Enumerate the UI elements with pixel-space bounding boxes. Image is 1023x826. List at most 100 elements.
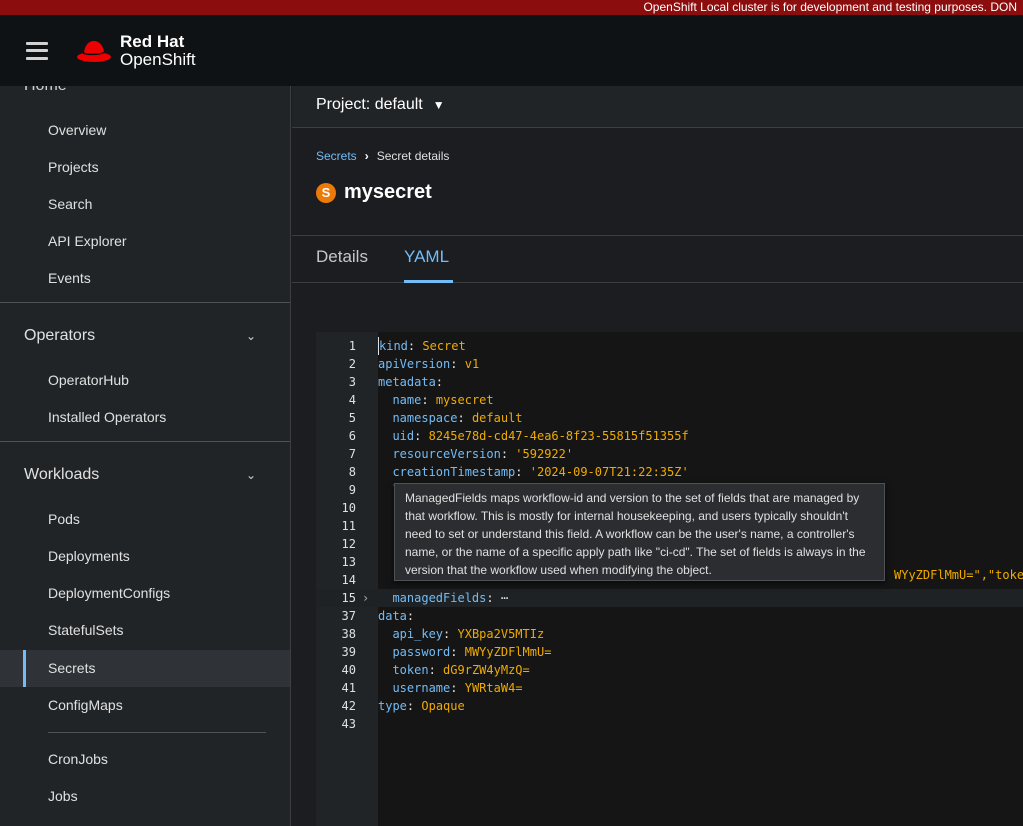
project-selector-label: Project: default bbox=[316, 96, 423, 113]
yaml-value: YWRtaW4= bbox=[464, 681, 523, 695]
yaml-key: data bbox=[378, 609, 407, 623]
sidebar-section-workloads[interactable]: Workloads ⌄ bbox=[0, 441, 290, 507]
yaml-value: Opaque bbox=[421, 699, 465, 713]
yaml-key: managedFields bbox=[392, 591, 487, 605]
project-bar: Project: default ▼ bbox=[292, 86, 1023, 128]
yaml-key: namespace bbox=[392, 411, 458, 425]
line-number: 14 bbox=[341, 573, 356, 587]
editor-line[interactable]: 8 creationTimestamp: '2024-09-07T21:22:3… bbox=[316, 463, 1023, 481]
fold-chevron-icon[interactable]: › bbox=[362, 589, 369, 607]
line-number: 9 bbox=[348, 483, 356, 497]
editor-line[interactable]: 4 name: mysecret bbox=[316, 391, 1023, 409]
yaml-value: dG9rZW4yMzQ= bbox=[443, 663, 530, 677]
line-code: api_key: YXBpa2V5MTIz bbox=[392, 627, 545, 641]
line-code: name: mysecret bbox=[392, 393, 494, 407]
yaml-value: v1 bbox=[464, 357, 480, 371]
redhat-openshift-logo[interactable]: Red Hat OpenShift bbox=[76, 32, 196, 69]
line-number: 15 bbox=[341, 591, 356, 605]
line-number: 6 bbox=[348, 429, 356, 443]
line-number: 37 bbox=[341, 609, 356, 623]
sidebar-item-api-explorer[interactable]: API Explorer bbox=[0, 223, 290, 260]
sidebar-item-configmaps[interactable]: ConfigMaps bbox=[0, 687, 290, 724]
editor-line[interactable]: 39 password: MWYyZDFlMmU= bbox=[316, 643, 1023, 661]
yaml-key: token bbox=[392, 663, 429, 677]
line-code: metadata: bbox=[378, 375, 444, 389]
editor-line[interactable]: 42 type: Opaque bbox=[316, 697, 1023, 715]
sidebar-divider bbox=[48, 732, 266, 733]
tab-details[interactable]: Details bbox=[316, 247, 368, 267]
line-number: 39 bbox=[341, 645, 356, 659]
tab-yaml[interactable]: YAML bbox=[404, 247, 449, 267]
line-number: 2 bbox=[348, 357, 356, 371]
sidebar-item-deploymentconfigs[interactable]: DeploymentConfigs bbox=[0, 575, 290, 612]
yaml-overflow-text: WYyZDFlMmU=","toke bbox=[894, 568, 1023, 582]
editor-line[interactable]: 5 namespace: default bbox=[316, 409, 1023, 427]
editor-line[interactable]: 2 apiVersion: v1 bbox=[316, 355, 1023, 373]
breadcrumb-link-secrets[interactable]: Secrets bbox=[316, 149, 357, 163]
line-number: 40 bbox=[341, 663, 356, 677]
editor-line[interactable]: 1 kind: Secret bbox=[316, 337, 1023, 355]
sidebar-item-overview[interactable]: Overview bbox=[0, 112, 290, 149]
sidebar-item-operatorhub[interactable]: OperatorHub bbox=[0, 362, 290, 399]
chevron-down-icon: ⌄ bbox=[245, 468, 256, 482]
editor-line[interactable]: 43 bbox=[316, 715, 1023, 733]
yaml-key: password bbox=[392, 645, 451, 659]
sidebar-item-search[interactable]: Search bbox=[0, 186, 290, 223]
sidebar-item-jobs[interactable]: Jobs bbox=[0, 778, 290, 815]
yaml-value: '592922' bbox=[515, 447, 574, 461]
sidebar-item-secrets[interactable]: Secrets bbox=[0, 650, 290, 687]
brand-line2: OpenShift bbox=[120, 49, 196, 69]
yaml-value: YXBpa2V5MTIz bbox=[457, 627, 545, 641]
sidebar-item-events[interactable]: Events bbox=[0, 260, 290, 297]
tab-bar: Details YAML bbox=[292, 235, 1023, 283]
line-number: 4 bbox=[348, 393, 356, 407]
line-number: 13 bbox=[341, 555, 356, 569]
sidebar-item-statefulsets[interactable]: StatefulSets bbox=[0, 612, 290, 649]
hamburger-menu-icon[interactable] bbox=[26, 41, 48, 60]
yaml-key: creationTimestamp bbox=[392, 465, 516, 479]
page-title-row: S mysecret bbox=[316, 181, 432, 204]
project-selector[interactable]: Project: default ▼ bbox=[316, 96, 445, 114]
yaml-key: type bbox=[378, 699, 407, 713]
cluster-banner: OpenShift Local cluster is for developme… bbox=[0, 0, 1023, 15]
editor-line[interactable]: 6 uid: 8245e78d-cd47-4ea6-8f23-55815f513… bbox=[316, 427, 1023, 445]
masthead: Red Hat OpenShift bbox=[0, 15, 1023, 86]
chevron-down-icon: ⌄ bbox=[245, 329, 256, 343]
sidebar-section-operators[interactable]: Operators ⌄ bbox=[0, 302, 290, 368]
yaml-editor[interactable]: 1 kind: Secret 2 apiVersion: v1 3 metadata: 4 … bbox=[316, 332, 1023, 826]
line-code: namespace: default bbox=[392, 411, 523, 425]
editor-line[interactable]: 41 username: YWRtaW4= bbox=[316, 679, 1023, 697]
line-number: 10 bbox=[341, 501, 356, 515]
line-number: 7 bbox=[348, 447, 356, 461]
editor-line[interactable]: 7 resourceVersion: '592922' bbox=[316, 445, 1023, 463]
editor-line[interactable]: 3 metadata: bbox=[316, 373, 1023, 391]
line-code: kind: Secret bbox=[378, 337, 466, 355]
yaml-key: resourceVersion bbox=[392, 447, 501, 461]
yaml-key: api_key bbox=[392, 627, 444, 641]
yaml-value: 8245e78d-cd47-4ea6-8f23-55815f51355f bbox=[428, 429, 689, 443]
yaml-value: MWYyZDFlMmU= bbox=[464, 645, 552, 659]
line-code: managedFields: ⋯ bbox=[392, 591, 509, 605]
sidebar-item-projects[interactable]: Projects bbox=[0, 149, 290, 186]
editor-line[interactable]: 37 data: bbox=[316, 607, 1023, 625]
sidebar-section-label: Workloads bbox=[24, 466, 100, 483]
sidebar-item-deployments[interactable]: Deployments bbox=[0, 538, 290, 575]
editor-line[interactable]: 38 api_key: YXBpa2V5MTIz bbox=[316, 625, 1023, 643]
yaml-key: kind bbox=[379, 339, 408, 353]
sidebar-item-pods[interactable]: Pods bbox=[0, 501, 290, 538]
line-number: 11 bbox=[341, 519, 356, 533]
line-number: 12 bbox=[341, 537, 356, 551]
sidebar-item-installed-operators[interactable]: Installed Operators bbox=[0, 399, 290, 436]
line-number: 5 bbox=[348, 411, 356, 425]
page-title: mysecret bbox=[344, 181, 432, 203]
sidebar-item-cronjobs[interactable]: CronJobs bbox=[0, 741, 290, 778]
sidebar-section-label: Operators bbox=[24, 327, 96, 344]
editor-line[interactable]: 15 › managedFields: ⋯ bbox=[316, 589, 1023, 607]
sidebar-section-home[interactable]: Home bbox=[24, 86, 67, 95]
line-code: type: Opaque bbox=[378, 699, 465, 713]
resource-type-badge: S bbox=[316, 182, 336, 203]
line-number: 38 bbox=[341, 627, 356, 641]
editor-line[interactable]: 40 token: dG9rZW4yMzQ= bbox=[316, 661, 1023, 679]
main-content: Project: default ▼ Secrets › Secret details… bbox=[292, 86, 1023, 826]
line-number: 1 bbox=[348, 339, 356, 353]
